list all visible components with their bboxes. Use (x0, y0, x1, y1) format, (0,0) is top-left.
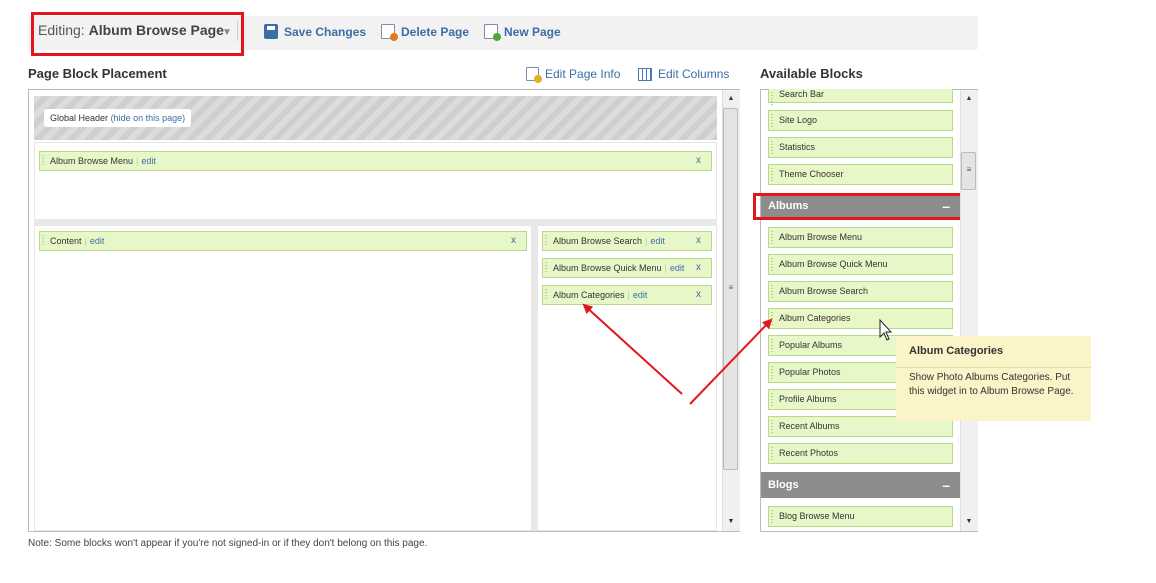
annotation-arrows (582, 303, 893, 405)
arrow-to-placed-block (582, 303, 683, 395)
arrow-to-available-block (689, 318, 773, 405)
mouse-cursor-icon (879, 318, 893, 341)
footer-note: Note: Some blocks won't appear if you're… (28, 538, 428, 549)
